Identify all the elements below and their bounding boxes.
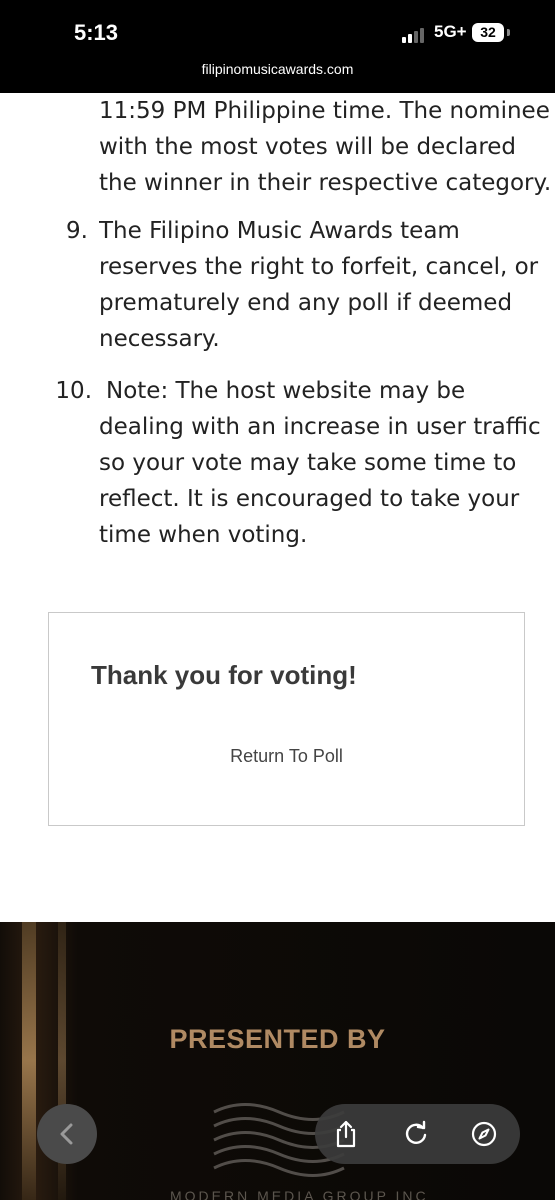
rule-line: 11:59 PM Philippine time. The nominee bbox=[99, 98, 550, 124]
compass-icon bbox=[471, 1121, 497, 1147]
signal-icon bbox=[402, 27, 428, 43]
battery-icon: 32 bbox=[472, 23, 504, 42]
thanks-title: Thank you for voting! bbox=[91, 660, 357, 690]
compass-button[interactable] bbox=[467, 1117, 501, 1151]
rule-line: the winner in their respective category. bbox=[99, 170, 552, 196]
chevron-left-icon bbox=[60, 1123, 73, 1145]
address-bar-url[interactable]: filipinomusicawards.com bbox=[0, 61, 555, 77]
poll-result-box: Thank you for voting! Return To Poll bbox=[48, 612, 525, 826]
rule-line: so your vote may take some time to bbox=[99, 450, 517, 476]
rule-line: Note: The host website may be bbox=[106, 378, 466, 404]
reload-icon bbox=[405, 1120, 427, 1144]
status-time: 5:13 bbox=[74, 20, 119, 45]
back-button[interactable] bbox=[37, 1104, 97, 1164]
status-bar: 5:13 5G+ 32 filipinomusicawards.com bbox=[0, 0, 555, 93]
return-to-poll-link[interactable]: Return To Poll bbox=[49, 746, 524, 767]
network-label: 5G+ bbox=[434, 22, 467, 41]
rule-number: 9. bbox=[66, 218, 88, 244]
rule-item-9-text: The Filipino Music Awards team reserves … bbox=[99, 213, 555, 357]
browser-toolbar bbox=[315, 1104, 520, 1164]
battery-tip bbox=[507, 29, 510, 36]
share-icon bbox=[336, 1120, 356, 1148]
rule-line: necessary. bbox=[99, 326, 220, 352]
rule-line: time when voting. bbox=[99, 522, 308, 548]
rule-number: 10. bbox=[55, 378, 92, 404]
rule-line: The Filipino Music Awards team bbox=[99, 218, 460, 244]
rule-line: reflect. It is encouraged to take your bbox=[99, 486, 520, 512]
rule-item-10-text: Note: The host website may be dealing wi… bbox=[99, 373, 555, 553]
sponsor-logo-text: MODERN MEDIA GROUP INC bbox=[170, 1188, 429, 1200]
rule-line: dealing with an increase in user traffic bbox=[99, 414, 541, 440]
presented-by-heading: PRESENTED BY bbox=[169, 1024, 386, 1054]
share-button[interactable] bbox=[329, 1117, 363, 1151]
rule-line: reserves the right to forfeit, cancel, o… bbox=[99, 254, 539, 280]
rule-item-8-text: 11:59 PM Philippine time. The nominee wi… bbox=[99, 93, 555, 201]
reload-button[interactable] bbox=[399, 1117, 433, 1151]
rule-line: prematurely end any poll if deemed bbox=[99, 290, 513, 316]
footer-light-streak bbox=[22, 922, 36, 1200]
rule-line: with the most votes will be declared bbox=[99, 134, 517, 160]
